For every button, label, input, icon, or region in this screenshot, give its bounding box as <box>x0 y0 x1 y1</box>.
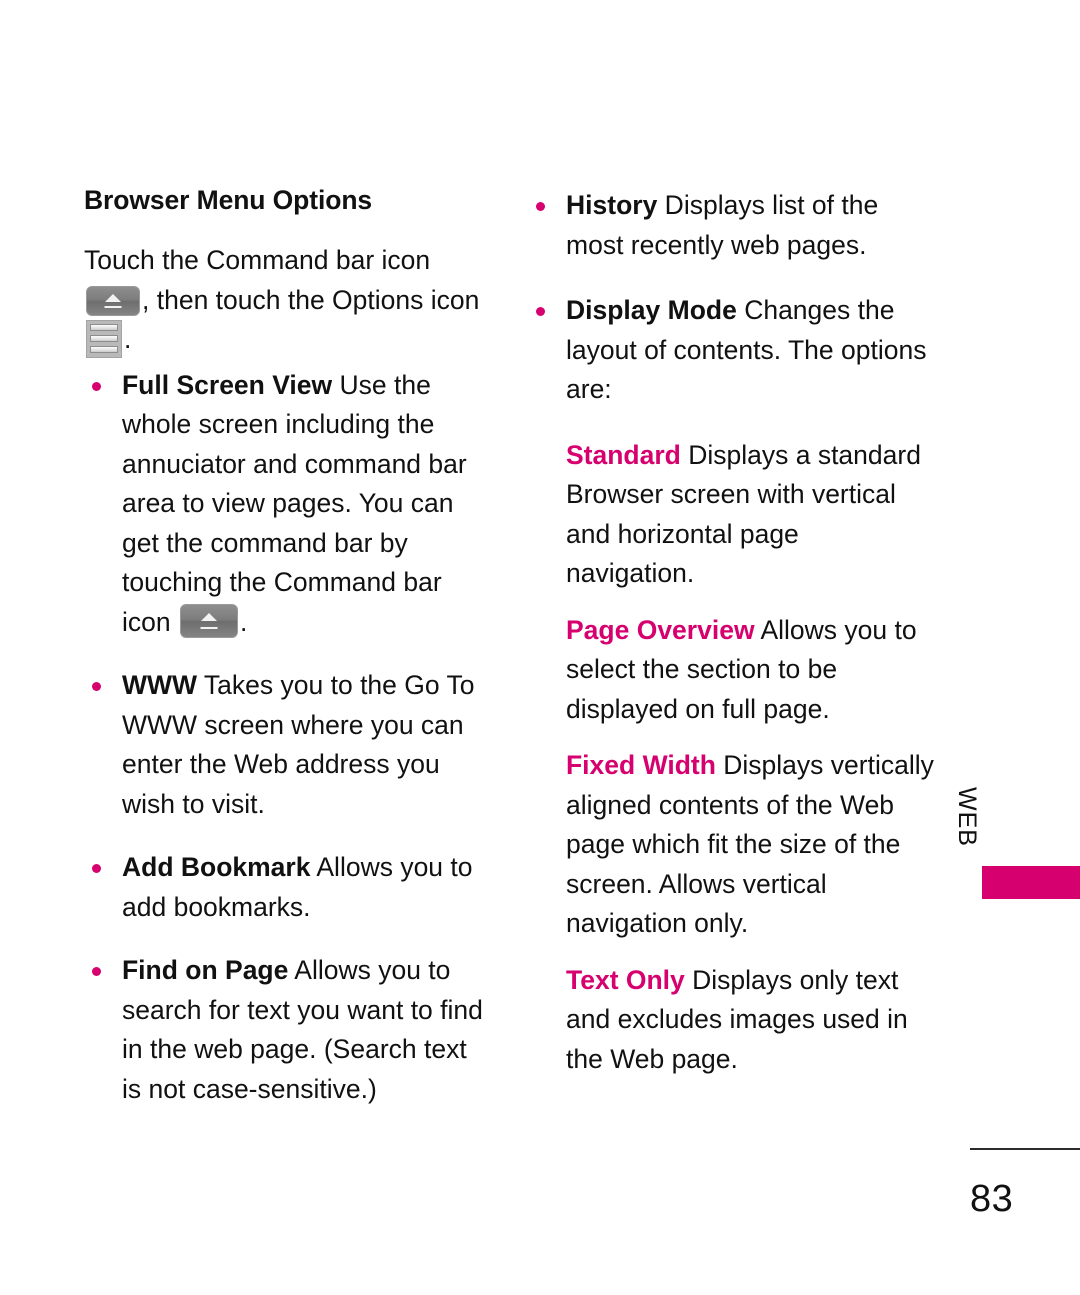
intro-text-part3: icon <box>430 284 480 315</box>
bullet-dot-icon <box>536 202 545 211</box>
page-title: Browser Menu Options <box>84 185 373 215</box>
list-item: Find on Page Allows you to search for te… <box>84 951 484 1109</box>
sub-list-item-term: Standard <box>566 439 681 470</box>
section-tab-bar <box>982 866 1080 899</box>
list-item-term: Full Screen View <box>122 369 333 400</box>
intro-paragraph: Touch the Command bar icon , then touch … <box>84 241 484 360</box>
list-item: WWW Takes you to the Go To WWW screen wh… <box>84 666 484 824</box>
manual-page: Browser Menu Options Touch the Command b… <box>0 0 1080 1295</box>
sub-list-item-page-overview: Page Overview Allows you to select the s… <box>566 611 934 730</box>
options-menu-bar <box>90 346 118 354</box>
options-menu-icon <box>86 320 122 359</box>
sub-list-item-term: Fixed Width <box>566 750 716 780</box>
page-number: 83 <box>970 1178 1014 1220</box>
list-item-term: History <box>566 190 658 220</box>
options-menu-bar <box>90 335 118 343</box>
intro-text-part4: . <box>124 324 132 355</box>
list-item-text: Use the whole screen including the annuc… <box>122 369 467 637</box>
left-column: Browser Menu Options Touch the Command b… <box>84 185 484 1133</box>
bullet-dot-icon <box>92 967 101 977</box>
command-bar-icon <box>180 603 238 638</box>
sub-list-item-term: Page Overview <box>566 614 755 645</box>
section-tab-label: WEB <box>953 787 981 847</box>
list-item: Display Mode Changes the layout of conte… <box>530 291 934 410</box>
list-item: History Displays list of the most recent… <box>530 186 934 265</box>
bullet-dot-icon <box>92 864 101 874</box>
intro-text-part1: Touch the Command bar icon <box>84 245 431 276</box>
sub-list-item-text-only: Text Only Displays only text and exclude… <box>566 961 934 1080</box>
footer-divider <box>970 1148 1080 1150</box>
sub-list-item-standard: Standard Displays a standard Browser scr… <box>566 436 934 594</box>
command-bar-icon <box>86 285 140 316</box>
sub-list-item-fixed-width: Fixed Width Displays vertically aligned … <box>566 746 934 944</box>
bullet-dot-icon <box>536 307 545 316</box>
list-item: Full Screen View Use the whole screen in… <box>84 366 484 643</box>
bullet-dot-icon <box>92 381 101 391</box>
options-menu-bar <box>90 324 118 332</box>
list-item-term: Find on Page <box>122 955 289 986</box>
list-item-text-tail: . <box>240 606 248 637</box>
list-item: Add Bookmark Allows you to add bookmarks… <box>84 848 484 927</box>
list-item-term: Display Mode <box>566 295 737 325</box>
bullet-dot-icon <box>92 682 101 692</box>
intro-text-part2: , then touch the Options <box>142 284 424 315</box>
sub-list-item-term: Text Only <box>566 964 685 995</box>
list-item-term: WWW <box>122 670 198 701</box>
right-column: History Displays list of the most recent… <box>530 186 934 1096</box>
list-item-term: Add Bookmark <box>122 852 311 883</box>
